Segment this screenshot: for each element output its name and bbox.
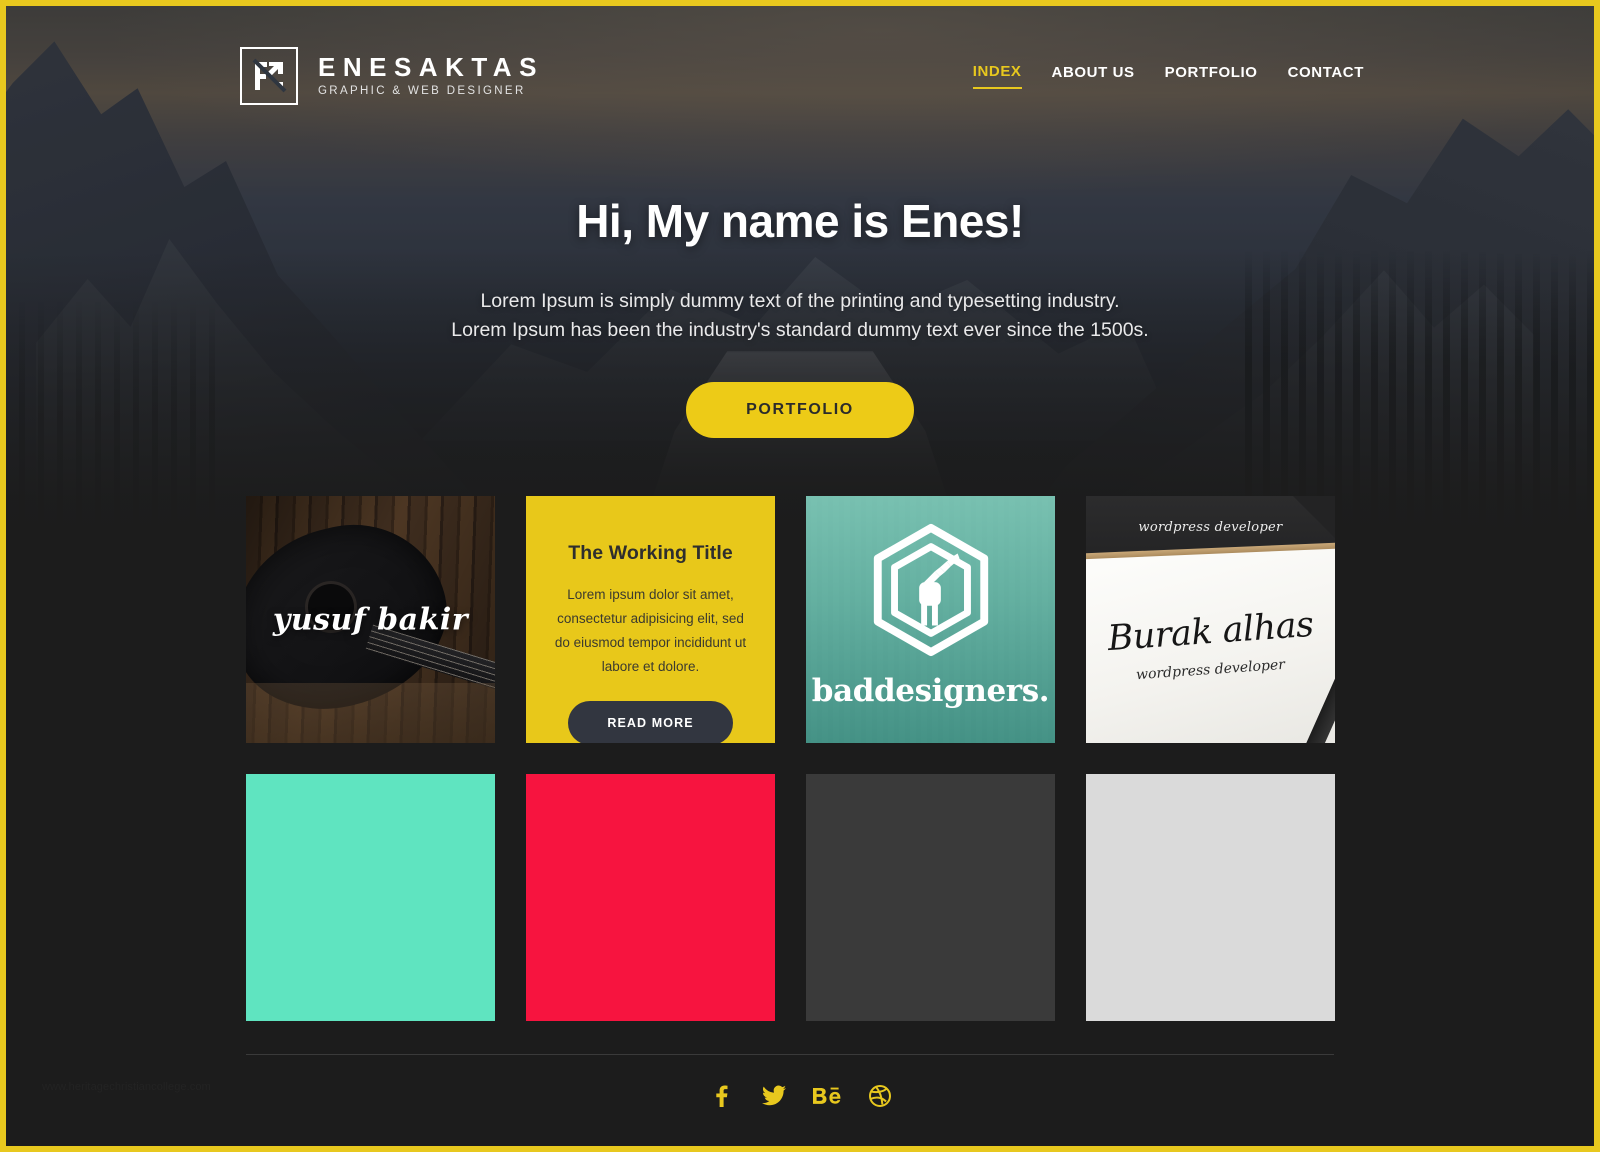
working-title-body: Lorem ipsum dolor sit amet, consectetur … <box>554 587 747 675</box>
portfolio-card-yusuf-bakir[interactable]: yusuf bakir <box>246 496 495 743</box>
working-title-heading: The Working Title <box>568 542 733 564</box>
hero-portfolio-button[interactable]: PORTFOLIO <box>686 381 914 438</box>
hero-subtitle: Lorem Ipsum is simply dummy text of the … <box>6 287 1594 346</box>
nav-item-index[interactable]: INDEX <box>972 63 1022 89</box>
main-nav: INDEX ABOUT US PORTFOLIO CONTACT <box>972 63 1364 89</box>
nav-item-about-us[interactable]: ABOUT US <box>1052 64 1135 88</box>
footer-divider <box>246 1054 1334 1055</box>
hero-title: Hi, My name is Enes! <box>576 195 1024 247</box>
enesaktas-monogram-icon <box>240 47 298 105</box>
hero-content: Hi, My name is Enes! Lorem Ipsum is simp… <box>6 194 1594 438</box>
read-more-button[interactable]: READ MORE <box>568 701 733 743</box>
guitar-floor-shape <box>246 683 495 743</box>
hexagon-fist-pencil-icon <box>862 521 1000 664</box>
hero-subtitle-line-2: Lorem Ipsum has been the industry's stan… <box>451 319 1149 342</box>
portfolio-card-working-title[interactable]: The Working Title Lorem ipsum dolor sit … <box>526 496 775 743</box>
twitter-icon[interactable] <box>757 1079 790 1112</box>
portfolio-card-mint[interactable] <box>246 774 495 1021</box>
burak-top-text: wordpress developer <box>1138 519 1283 535</box>
hero-subtitle-line-1: Lorem Ipsum is simply dummy text of the … <box>480 290 1120 312</box>
nav-item-contact[interactable]: CONTACT <box>1288 64 1364 88</box>
portfolio-grid: yusuf bakir The Working Title Lorem ipsu… <box>246 496 1335 1021</box>
portfolio-card-red[interactable] <box>526 774 775 1021</box>
portfolio-card-burak-alhas[interactable]: wordpress developer Burak alhas wordpres… <box>1086 496 1335 743</box>
dribbble-icon[interactable] <box>863 1079 896 1112</box>
page-root: ENESAKTAS GRAPHIC & WEB DESIGNER INDEX A… <box>0 0 1600 1152</box>
portfolio-card-baddesigners[interactable]: baddesigners. <box>806 496 1055 743</box>
facebook-icon[interactable] <box>704 1079 737 1112</box>
brand-tagline: GRAPHIC & WEB DESIGNER <box>318 85 526 98</box>
social-links <box>6 1079 1594 1112</box>
behance-icon[interactable] <box>810 1079 843 1112</box>
portfolio-card-light-gray[interactable] <box>1086 774 1335 1021</box>
portfolio-card-dark-gray[interactable] <box>806 774 1055 1021</box>
watermark-text: www.heritagechristiancollege.com <box>42 1081 211 1093</box>
brand-logo[interactable]: ENESAKTAS GRAPHIC & WEB DESIGNER <box>240 47 544 105</box>
yusuf-bakir-wordmark: yusuf bakir <box>272 602 469 637</box>
nav-item-portfolio[interactable]: PORTFOLIO <box>1165 64 1258 88</box>
brand-text: ENESAKTAS GRAPHIC & WEB DESIGNER <box>318 54 544 98</box>
brand-name: ENESAKTAS <box>318 52 544 83</box>
baddesigners-wordmark: baddesigners. <box>811 672 1050 709</box>
site-header: ENESAKTAS GRAPHIC & WEB DESIGNER INDEX A… <box>6 6 1594 146</box>
